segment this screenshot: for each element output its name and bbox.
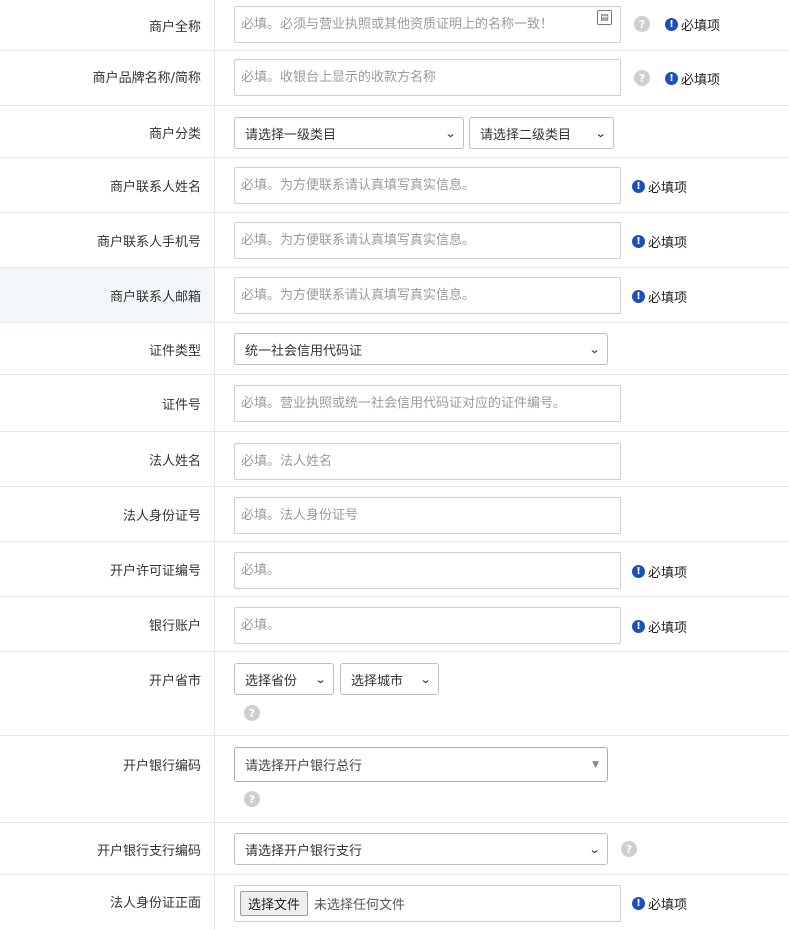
exclamation-icon: ! — [632, 565, 645, 578]
row-merchant-brand-name: 商户品牌名称/简称 ? !必填项 — [0, 51, 789, 106]
bank-account-input[interactable] — [234, 607, 621, 644]
label-contact-name: 商户联系人姓名 — [0, 158, 215, 212]
help-icon[interactable]: ? — [244, 791, 260, 807]
label-legal-person-id: 法人身份证号 — [0, 487, 215, 541]
exclamation-icon: ! — [632, 620, 645, 633]
label-account-permit-number: 开户许可证编号 — [0, 542, 215, 596]
city-select[interactable]: 选择城市 ⌄ — [340, 663, 439, 695]
row-bank-code: 开户银行编码 请选择开户银行总行 ▼ ? — [0, 736, 789, 823]
row-legal-person-name: 法人姓名 — [0, 432, 789, 487]
row-contact-phone: 商户联系人手机号 !必填项 — [0, 213, 789, 268]
row-contact-email: 商户联系人邮箱 !必填项 — [0, 268, 789, 323]
label-merchant-full-name: 商户全称 — [0, 0, 215, 50]
help-icon[interactable]: ? — [634, 16, 650, 32]
help-icon[interactable]: ? — [621, 841, 637, 857]
row-bank-account: 银行账户 !必填项 — [0, 597, 789, 652]
row-contact-name: 商户联系人姓名 !必填项 — [0, 158, 789, 213]
merchant-full-name-input[interactable] — [234, 6, 621, 43]
label-legal-person-name: 法人姓名 — [0, 432, 215, 486]
label-bank-account: 银行账户 — [0, 597, 215, 651]
bank-branch-select[interactable]: 请选择开户银行支行 ⌄ — [234, 833, 608, 865]
required-indicator: ! 必填项 — [632, 894, 687, 913]
exclamation-icon: ! — [665, 72, 678, 85]
required-indicator: ! 必填项 — [632, 177, 687, 196]
label-id-type: 证件类型 — [0, 323, 215, 374]
row-merchant-full-name: 商户全称 ▤ ? !必填项 — [0, 0, 789, 51]
choose-file-button[interactable]: 选择文件 — [240, 891, 309, 916]
merchant-form: 商户全称 ▤ ? !必填项 商户品牌名称/简称 ? !必填项 商户分类 请选择一… — [0, 0, 789, 930]
secondary-category-select[interactable]: 请选择二级类目 ⌄ — [469, 117, 614, 149]
label-account-province-city: 开户省市 — [0, 652, 215, 735]
chevron-down-icon: ⌄ — [444, 126, 457, 140]
id-type-select[interactable]: 统一社会信用代码证 ⌄ — [234, 333, 608, 365]
exclamation-icon: ! — [632, 235, 645, 248]
required-indicator: ! 必填项 — [632, 232, 687, 251]
required-indicator: ! 必填项 — [665, 15, 720, 34]
legal-person-id-input[interactable] — [234, 497, 621, 534]
triangle-down-icon: ▼ — [592, 759, 599, 770]
row-bank-branch-code: 开户银行支行编码 请选择开户银行支行 ⌄ ? — [0, 823, 789, 875]
primary-category-select[interactable]: 请选择一级类目 ⌄ — [234, 117, 464, 149]
bank-head-office-select[interactable]: 请选择开户银行总行 ▼ — [234, 747, 608, 782]
label-id-number: 证件号 — [0, 375, 215, 431]
row-legal-person-id: 法人身份证号 — [0, 487, 789, 542]
merchant-brand-name-input[interactable] — [234, 59, 621, 96]
row-merchant-category: 商户分类 请选择一级类目 ⌄ 请选择二级类目 ⌄ — [0, 106, 789, 158]
chevron-down-icon: ⌄ — [419, 672, 432, 686]
chevron-down-icon: ⌄ — [314, 672, 327, 686]
label-id-card-front: 法人身份证正面 — [0, 875, 215, 930]
file-status: 未选择任何文件 — [314, 898, 406, 913]
label-contact-phone: 商户联系人手机号 — [0, 213, 215, 267]
row-account-permit-number: 开户许可证编号 !必填项 — [0, 542, 789, 597]
contact-card-icon[interactable]: ▤ — [597, 10, 612, 25]
contact-phone-input[interactable] — [234, 222, 621, 259]
legal-person-name-input[interactable] — [234, 443, 621, 480]
exclamation-icon: ! — [665, 18, 678, 31]
id-card-front-file-input[interactable]: 选择文件 未选择任何文件 — [234, 885, 621, 922]
exclamation-icon: ! — [632, 897, 645, 910]
id-number-input[interactable] — [234, 385, 621, 422]
contact-email-input[interactable] — [234, 277, 621, 314]
required-indicator: ! 必填项 — [632, 562, 687, 581]
label-merchant-brand-name: 商户品牌名称/简称 — [0, 51, 215, 105]
required-indicator: ! 必填项 — [632, 287, 687, 306]
chevron-down-icon: ⌄ — [594, 126, 607, 140]
label-bank-branch-code: 开户银行支行编码 — [0, 823, 215, 874]
exclamation-icon: ! — [632, 290, 645, 303]
row-account-province-city: 开户省市 选择省份 ⌄ 选择城市 ⌄ ? — [0, 652, 789, 736]
account-permit-number-input[interactable] — [234, 552, 621, 589]
label-contact-email: 商户联系人邮箱 — [0, 268, 215, 322]
chevron-down-icon: ⌄ — [588, 842, 601, 856]
chevron-down-icon: ⌄ — [588, 342, 601, 356]
help-icon[interactable]: ? — [634, 70, 650, 86]
province-select[interactable]: 选择省份 ⌄ — [234, 663, 334, 695]
contact-name-input[interactable] — [234, 167, 621, 204]
row-id-card-front: 法人身份证正面 选择文件 未选择任何文件 ! 必填项 — [0, 875, 789, 930]
row-id-type: 证件类型 统一社会信用代码证 ⌄ — [0, 323, 789, 375]
exclamation-icon: ! — [632, 180, 645, 193]
required-indicator: ! 必填项 — [632, 617, 687, 636]
label-bank-code: 开户银行编码 — [0, 736, 215, 822]
label-merchant-category: 商户分类 — [0, 106, 215, 157]
required-indicator: ! 必填项 — [665, 69, 720, 88]
help-icon[interactable]: ? — [244, 705, 260, 721]
row-id-number: 证件号 — [0, 375, 789, 432]
